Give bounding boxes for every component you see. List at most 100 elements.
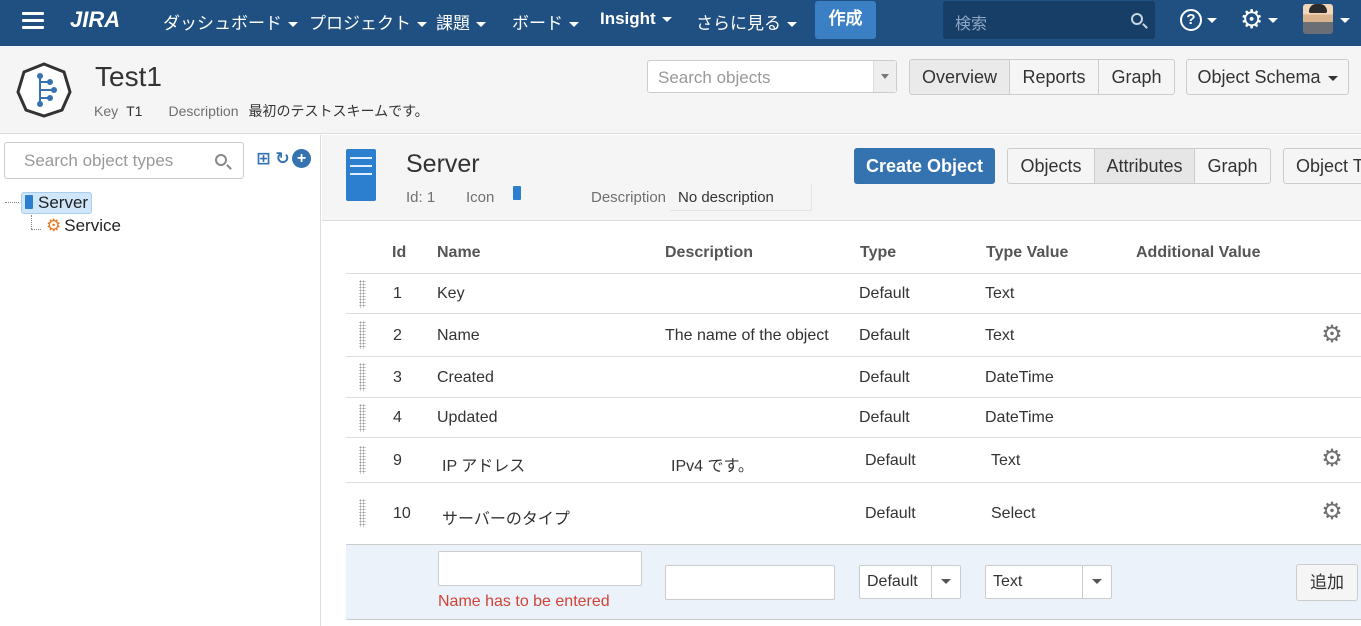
chevron-down-icon: [661, 17, 672, 23]
cell-id: 3: [393, 369, 402, 386]
cell-type-value: Select: [991, 505, 1036, 522]
cell-name: Name: [437, 327, 480, 344]
tree-item-service[interactable]: ⚙ Service: [46, 216, 121, 236]
chevron-down-icon: [569, 22, 579, 28]
nav-dashboard[interactable]: ダッシュボード: [163, 9, 298, 34]
jira-logo[interactable]: JIRA: [70, 7, 120, 33]
object-type-header: Server Id: 1 Icon Description No descrip…: [322, 135, 1361, 221]
cell-type-value: DateTime: [985, 369, 1054, 386]
drag-handle-icon[interactable]: [359, 499, 366, 527]
gear-icon[interactable]: ⚙: [1240, 6, 1263, 32]
tree-connector: [31, 229, 41, 230]
cell-name: Updated: [437, 409, 498, 426]
page-title: Test1: [95, 61, 162, 92]
cell-type: Default: [859, 369, 910, 386]
tab-graph[interactable]: Graph: [1098, 59, 1175, 95]
description-value[interactable]: No description: [670, 184, 812, 211]
menu-icon[interactable]: [22, 12, 44, 30]
global-search-input[interactable]: 検索: [943, 1, 1155, 39]
cell-id: 4: [393, 409, 402, 426]
create-button[interactable]: 作成: [815, 1, 876, 39]
cell-type: Default: [859, 327, 910, 344]
chevron-down-icon: [1082, 566, 1111, 598]
object-type-id: Id: 1: [406, 189, 436, 206]
gear-icon[interactable]: ⚙: [1321, 500, 1343, 524]
type-select[interactable]: Default: [859, 565, 961, 599]
column-header: Type Value: [986, 244, 1069, 261]
tree-structure-icon[interactable]: ⊞: [254, 149, 273, 168]
object-types-panel: Search object types ⊞ ↻ + Server ⚙ Servic…: [0, 135, 321, 626]
schema-meta: Key T1 Description 最初のテストスキームです。: [94, 103, 429, 119]
cell-id: 1: [393, 285, 402, 302]
schema-header: Test1 Key T1 Description 最初のテストスキームです。 Sear…: [0, 46, 1361, 134]
column-header: Additional Value: [1136, 244, 1261, 261]
cell-name: Created: [437, 369, 494, 386]
tab-attributes[interactable]: Attributes: [1094, 148, 1195, 184]
tab-overview[interactable]: Overview: [909, 59, 1010, 95]
object-schema-dropdown[interactable]: Object Schema: [1186, 59, 1349, 95]
column-header: Name: [437, 244, 481, 261]
help-icon[interactable]: ?: [1180, 9, 1202, 31]
table-row[interactable]: 2 Name The name of the object Default Te…: [346, 313, 1361, 356]
drag-handle-icon[interactable]: [359, 446, 366, 474]
search-object-types-input[interactable]: Search object types: [4, 142, 244, 179]
server-icon: [346, 149, 376, 201]
add-button[interactable]: 追加: [1296, 564, 1358, 601]
avatar[interactable]: [1303, 4, 1333, 34]
server-icon: [25, 195, 33, 209]
cell-description: The name of the object: [665, 327, 829, 344]
tab-reports[interactable]: Reports: [1009, 59, 1099, 95]
tree-item-server[interactable]: Server: [21, 192, 93, 214]
search-objects-input[interactable]: Search objects: [647, 60, 897, 93]
tab-graph[interactable]: Graph: [1194, 148, 1271, 184]
cell-name: IP アドレス: [442, 458, 526, 475]
chevron-down-icon: [1327, 75, 1338, 81]
attribute-description-input[interactable]: [665, 565, 835, 600]
cell-type-value: Text: [985, 285, 1015, 302]
chevron-down-icon: [931, 566, 960, 598]
chevron-down-icon[interactable]: [873, 61, 896, 92]
table-row[interactable]: 10 サーバーのタイプ Default Select ⚙: [346, 482, 1361, 544]
top-navigation: JIRA ダッシュボード プロジェクト 課題 ボード Insight さらに見る…: [0, 0, 1361, 46]
drag-handle-icon[interactable]: [359, 404, 366, 432]
tab-objects[interactable]: Objects: [1007, 148, 1095, 184]
nav-issues[interactable]: 課題: [436, 9, 486, 34]
attribute-name-input[interactable]: [438, 551, 642, 586]
chevron-down-icon: [288, 22, 298, 28]
drag-handle-icon[interactable]: [359, 280, 366, 308]
nav-more[interactable]: さらに見る: [696, 9, 797, 34]
chevron-down-icon: [787, 22, 797, 28]
cell-type: Default: [865, 505, 916, 522]
nav-insight[interactable]: Insight: [600, 9, 672, 29]
gear-icon[interactable]: ⚙: [1321, 323, 1343, 347]
tab-object-type[interactable]: Object T: [1283, 148, 1361, 184]
table-row[interactable]: 4 Updated Default DateTime: [346, 397, 1361, 437]
add-icon[interactable]: +: [292, 149, 311, 168]
table-row[interactable]: 3 Created Default DateTime: [346, 356, 1361, 397]
cell-id: 2: [393, 327, 402, 344]
column-header: Description: [665, 244, 754, 261]
cogs-icon: ⚙: [46, 216, 62, 235]
cell-type-value: Text: [985, 327, 1015, 344]
drag-handle-icon[interactable]: [359, 363, 366, 391]
column-header: Type: [860, 244, 897, 261]
column-header: Id: [392, 244, 407, 261]
search-icon: [215, 154, 227, 166]
table-row[interactable]: 9 IP アドレス IPv4 です。 Default Text ⚙: [346, 437, 1361, 482]
validation-error: Name has to be entered: [438, 593, 610, 610]
cell-description: IPv4 です。: [671, 458, 754, 475]
drag-handle-icon[interactable]: [359, 321, 366, 349]
schema-logo-icon: [16, 62, 72, 118]
nav-boards[interactable]: ボード: [512, 9, 579, 34]
cell-type-value: Text: [991, 452, 1021, 469]
chevron-down-icon: [1268, 18, 1278, 23]
chevron-down-icon: [1340, 18, 1350, 23]
nav-projects[interactable]: プロジェクト: [309, 9, 427, 34]
type-value-select[interactable]: Text: [985, 565, 1112, 599]
create-object-button[interactable]: Create Object: [854, 148, 995, 184]
chevron-down-icon: [476, 22, 486, 28]
gear-icon[interactable]: ⚙: [1321, 447, 1343, 471]
refresh-icon[interactable]: ↻: [273, 149, 292, 168]
cell-name: サーバーのタイプ: [442, 511, 570, 528]
table-row[interactable]: 1 Key Default Text: [346, 273, 1361, 313]
